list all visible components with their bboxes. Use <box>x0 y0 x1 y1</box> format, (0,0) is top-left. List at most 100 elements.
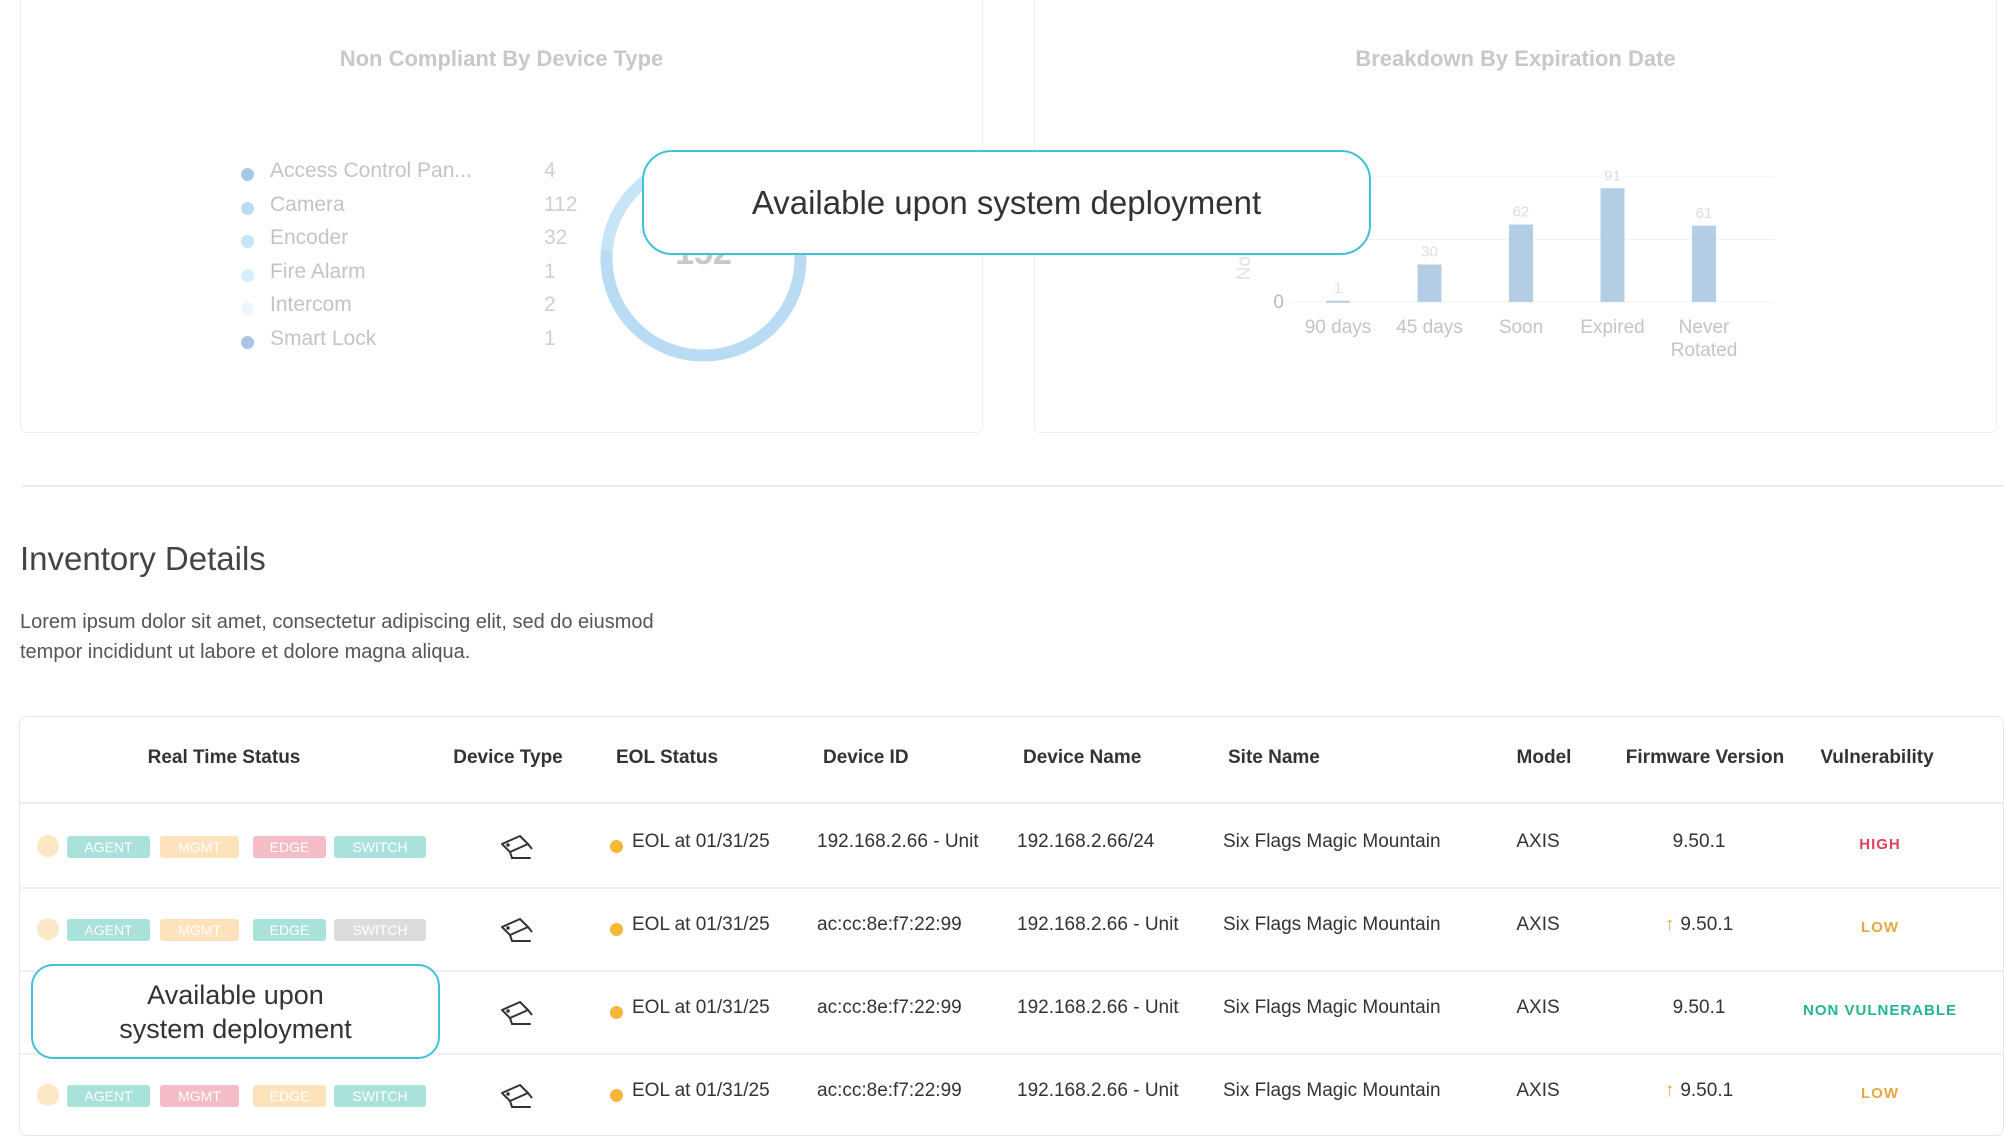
site-name: Six Flags Magic Mountain <box>1223 997 1441 1018</box>
status-tag-agent: AGENT <box>67 836 150 858</box>
legend-label: Access Control Pan... <box>270 159 472 182</box>
model: AXIS <box>1516 914 1560 935</box>
firmware-version: ↑ 9.50.1 <box>1665 914 1733 936</box>
legend-dot <box>241 335 254 349</box>
device-id: ac:cc:8e:f7:22:99 <box>817 1080 962 1101</box>
status-tag-mgmt: MGMT <box>160 1085 239 1107</box>
bar[interactable] <box>1326 300 1350 303</box>
legend-dot <box>241 235 254 248</box>
eol-status-dot <box>610 1006 623 1019</box>
bar[interactable] <box>1509 224 1533 303</box>
site-name: Six Flags Magic Mountain <box>1223 1080 1441 1101</box>
legend-count: 2 <box>544 293 556 316</box>
eol-status: EOL at 01/31/25 <box>632 831 770 852</box>
firmware-version: 9.50.1 <box>1673 997 1726 1019</box>
legend-label: Intercom <box>270 293 352 316</box>
firmware-version-value: 9.50.1 <box>1680 1080 1734 1101</box>
header-device-name[interactable]: Device Name <box>1023 747 1141 769</box>
model: AXIS <box>1516 997 1560 1018</box>
status-indicator <box>37 835 59 857</box>
legend-label: Encoder <box>270 226 349 249</box>
status-tag-mgmt: MGMT <box>160 919 239 941</box>
update-arrow-icon: ↑ <box>1664 914 1675 935</box>
bar[interactable] <box>1692 225 1716 302</box>
legend-dot <box>241 268 254 282</box>
table-header: Real Time Status Device Type EOL Status … <box>20 717 2003 804</box>
table-row[interactable]: AGENT MGMT EDGE SWITCH EOL at 01/31/25 192.1… <box>20 804 2003 889</box>
legend-item: Access Control Pan... 4 <box>241 159 581 193</box>
x-tick-label: Never <box>1679 317 1730 338</box>
eol-status-dot <box>610 1089 623 1102</box>
status-tag-switch: SWITCH <box>334 836 426 858</box>
bar[interactable] <box>1600 188 1625 302</box>
bar-value-label: 91 <box>1604 167 1621 184</box>
legend-item: Smart Lock 1 <box>241 327 581 361</box>
firmware-version-value: 9.50.1 <box>1672 831 1726 852</box>
legend-item: Intercom 2 <box>241 293 581 327</box>
header-eol-status[interactable]: EOL Status <box>616 747 718 769</box>
firmware-version-value: 9.50.1 <box>1672 997 1726 1018</box>
device-id: 192.168.2.66 - Unit <box>817 831 979 852</box>
device-id: ac:cc:8e:f7:22:99 <box>817 997 962 1018</box>
legend-dot <box>241 201 254 215</box>
legend-count: 4 <box>544 159 556 182</box>
vulnerability-badge: NON VULNERABLE <box>1802 1002 1958 1019</box>
status-tag-switch: SWITCH <box>334 919 426 941</box>
deployment-notice-table: Available upon system deployment <box>31 964 440 1059</box>
device-id: ac:cc:8e:f7:22:99 <box>817 914 962 935</box>
table-row[interactable]: AGENT MGMT EDGE SWITCH EOL at 01/31/25 ac:cc… <box>20 887 2003 972</box>
eol-status: EOL at 01/31/25 <box>632 1080 770 1101</box>
device-type-legend: Access Control Pan... 4 Camera 112 Encod… <box>241 159 581 360</box>
device-type-chart-title: Non Compliant By Device Type <box>339 46 664 71</box>
expiration-chart-title: Breakdown By Expiration Date <box>1355 46 1676 71</box>
legend-item: Camera 112 <box>241 193 581 227</box>
device-name: 192.168.2.66/24 <box>1017 831 1155 852</box>
legend-count: 1 <box>544 259 556 283</box>
inventory-description-line: tempor incididunt ut labore et dolore ma… <box>20 641 471 663</box>
header-real-time-status[interactable]: Real Time Status <box>148 747 301 769</box>
bar[interactable] <box>1417 264 1442 303</box>
bar-value-label: 30 <box>1421 244 1438 261</box>
header-vulnerability[interactable]: Vulnerability <box>1820 747 1933 769</box>
inventory-table: Real Time Status Device Type EOL Status … <box>19 716 2004 1136</box>
y-tick-label: 0 <box>1273 292 1284 313</box>
legend-label: Camera <box>270 192 345 216</box>
model: AXIS <box>1516 1080 1560 1101</box>
status-tag-edge: EDGE <box>253 836 326 858</box>
site-name: Six Flags Magic Mountain <box>1223 914 1441 935</box>
legend-count: 112 <box>544 192 578 216</box>
legend-count: 1 <box>544 326 556 350</box>
status-tag-switch: SWITCH <box>334 1085 426 1107</box>
deployment-notice-text: Available upon system deployment <box>751 183 1262 221</box>
deployment-notice-text: Available upon <box>147 979 324 1010</box>
legend-item: Fire Alarm 1 <box>241 260 581 294</box>
x-tick-label: 90 days <box>1305 317 1372 338</box>
firmware-version: 9.50.1 <box>1673 831 1726 853</box>
device-name: 192.168.2.66 - Unit <box>1017 997 1179 1018</box>
x-tick-label: Expired <box>1580 317 1644 338</box>
update-arrow-icon: ↑ <box>1664 1080 1675 1101</box>
x-tick-label: 45 days <box>1396 317 1463 338</box>
bar-value-label: 1 <box>1334 280 1342 297</box>
x-tick-label: Soon <box>1499 317 1543 338</box>
legend-dot <box>241 302 254 315</box>
status-tag-edge: EDGE <box>253 919 326 941</box>
vulnerability-badge: LOW <box>1861 919 1899 936</box>
header-model[interactable]: Model <box>1517 747 1572 769</box>
header-device-id[interactable]: Device ID <box>823 747 909 769</box>
status-tag-edge: EDGE <box>253 1085 326 1107</box>
camera-icon <box>501 835 533 859</box>
status-tag-mgmt: MGMT <box>160 836 239 858</box>
model: AXIS <box>1516 831 1560 852</box>
device-name: 192.168.2.66 - Unit <box>1017 1080 1179 1101</box>
vulnerability-badge: HIGH <box>1859 836 1901 853</box>
header-site-name[interactable]: Site Name <box>1228 747 1320 769</box>
header-device-type[interactable]: Device Type <box>453 747 562 769</box>
eol-status: EOL at 01/31/25 <box>632 997 770 1018</box>
status-tag-agent: AGENT <box>67 1085 150 1107</box>
camera-icon <box>501 1001 533 1025</box>
table-row[interactable]: AGENT MGMT EDGE SWITCH EOL at 01/31/25 ac:cc… <box>20 1053 2003 1135</box>
bar-value-label: 62 <box>1513 204 1530 221</box>
header-firmware-version[interactable]: Firmware Version <box>1626 747 1784 769</box>
legend-item: Encoder 32 <box>241 226 581 260</box>
